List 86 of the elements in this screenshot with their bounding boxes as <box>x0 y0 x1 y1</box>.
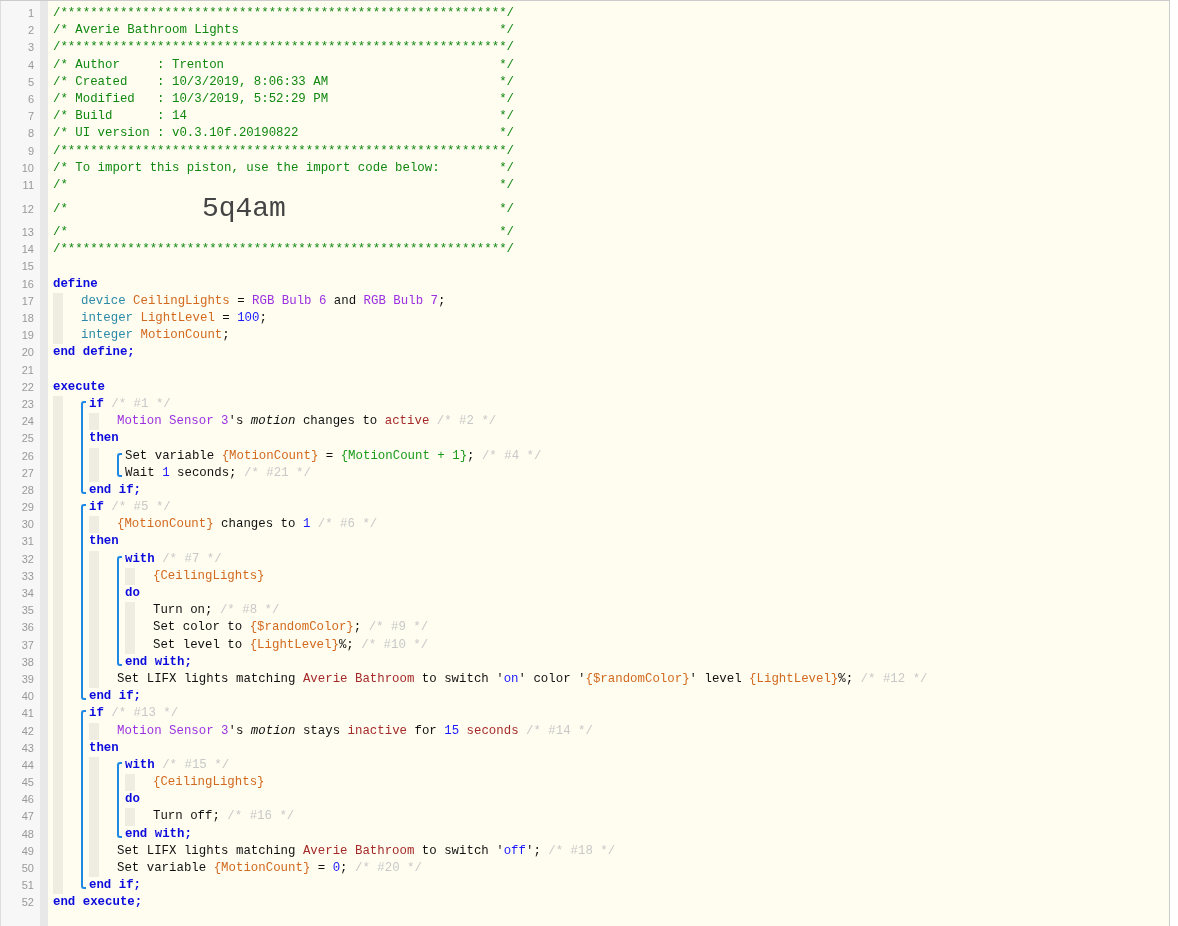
line-number: 7 <box>26 109 35 125</box>
line-number: 52 <box>20 895 35 911</box>
code-line: define <box>53 275 98 293</box>
line-number: 43 <box>20 740 35 756</box>
line-number: 30 <box>20 517 35 533</box>
line-number: 34 <box>20 586 35 601</box>
line-number: 3 <box>26 40 35 56</box>
line-number: 29 <box>20 500 35 516</box>
line-number: 26 <box>20 448 35 464</box>
line-number: 8 <box>26 126 35 142</box>
line-number: 10 <box>20 160 35 176</box>
line-number: 31 <box>20 534 35 550</box>
line-number: 33 <box>20 568 35 584</box>
line-number: 6 <box>26 91 35 107</box>
line-number: 38 <box>20 654 35 670</box>
code-line: do <box>125 791 140 809</box>
code-line: /* 5q4am */ <box>53 194 514 225</box>
line-number: 11 <box>21 177 35 193</box>
code-line: /* */ <box>53 176 514 194</box>
line-number: 41 <box>20 706 35 722</box>
code-line: end execute; <box>53 894 143 912</box>
line-number: 14 <box>20 242 35 258</box>
code-line: end define; <box>53 344 135 362</box>
line-number: 25 <box>20 431 35 447</box>
code-line: /************************************************************/ <box>53 39 514 57</box>
line-number: 16 <box>20 276 35 292</box>
code-line: then <box>89 739 119 757</box>
line-number: 51 <box>20 878 35 894</box>
line-number: 49 <box>20 843 35 859</box>
code-line: /* */ <box>53 224 514 242</box>
line-number: 15 <box>20 259 35 275</box>
code-line: /* Modified : 10/3/2019, 5:52:29 PM */ <box>53 90 514 108</box>
code-line: device CeilingLights = RGB Bulb 6 and RGB Bulb 7; <box>81 292 446 310</box>
code-line: /* Author : Trenton */ <box>53 56 514 74</box>
line-number: 50 <box>20 861 35 876</box>
code-line: execute <box>53 378 106 396</box>
line-number: 21 <box>20 362 35 378</box>
line-number: 17 <box>20 293 35 309</box>
line-number: 28 <box>20 482 35 498</box>
line-number: 2 <box>26 23 35 39</box>
code-line: /************************************************************/ <box>53 241 514 259</box>
line-number: 48 <box>20 826 35 842</box>
line-number: 44 <box>20 757 35 773</box>
line-number: 23 <box>20 396 35 412</box>
line-number: 32 <box>20 551 35 567</box>
line-number: 37 <box>20 637 35 653</box>
code-line: {CeilingLights} <box>153 567 265 585</box>
line-number: 4 <box>26 57 35 73</box>
code-line: /* Created : 10/3/2019, 8:06:33 AM */ <box>53 73 514 91</box>
code-line: end if; <box>89 688 142 706</box>
code-line: end if; <box>89 481 142 499</box>
line-number: 46 <box>20 792 35 808</box>
line-number: 47 <box>20 809 35 825</box>
line-number: 12 <box>20 202 35 218</box>
line-number: 22 <box>20 379 35 395</box>
code-line: /************************************************************/ <box>53 142 514 160</box>
line-number: 5 <box>26 74 35 90</box>
line-number: 19 <box>20 328 35 344</box>
code-line: do <box>125 585 140 602</box>
line-number: 39 <box>20 671 35 687</box>
line-number: 27 <box>20 465 35 481</box>
line-number: 9 <box>26 143 35 159</box>
line-number: 24 <box>20 414 35 430</box>
code-line: /* Build : 14 */ <box>53 108 514 126</box>
code-line: /************************************************************/ <box>53 5 514 22</box>
code-line: then <box>89 533 119 551</box>
code-line: end with; <box>125 825 192 843</box>
line-number: 35 <box>20 603 35 619</box>
code-line: integer MotionCount; <box>81 327 230 345</box>
line-number: 36 <box>20 620 35 636</box>
line-number: 18 <box>20 311 35 326</box>
code-line: /* UI version : v0.3.10f.20190822 */ <box>53 125 514 143</box>
line-number: 45 <box>20 775 35 791</box>
code-line: end with; <box>125 653 192 671</box>
code-line: integer LightLevel = 100; <box>81 310 267 327</box>
code-line: end if; <box>89 877 142 895</box>
line-number: 42 <box>20 723 35 739</box>
code-line: then <box>89 430 119 448</box>
line-number: 1 <box>26 6 35 21</box>
line-number: 20 <box>20 345 35 361</box>
code-line: /* Averie Bathroom Lights */ <box>53 22 514 40</box>
code-line: {CeilingLights} <box>153 774 265 792</box>
block-bracket <box>117 452 122 477</box>
code-line: /* To import this piston, use the import code below: */ <box>53 159 514 177</box>
line-number: 13 <box>20 225 35 241</box>
line-number: 40 <box>20 689 35 705</box>
